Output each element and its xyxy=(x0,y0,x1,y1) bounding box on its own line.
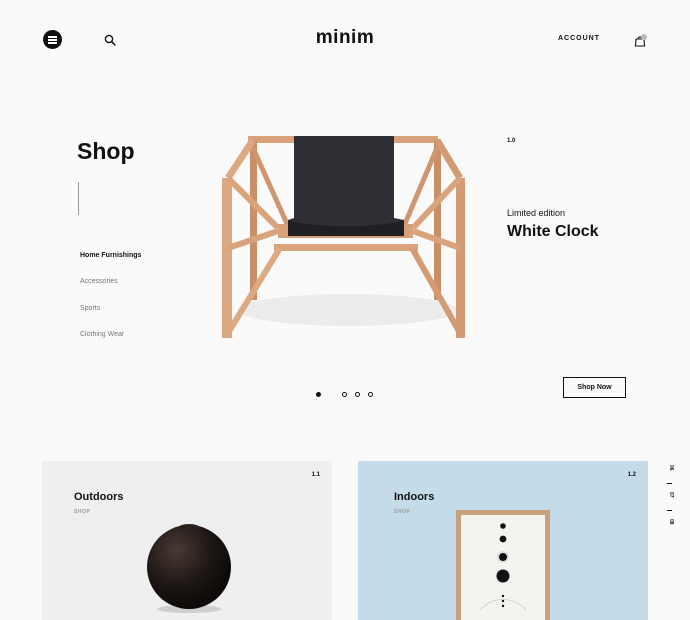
pager-dot-4[interactable] xyxy=(368,392,373,397)
category-accessories[interactable]: Accessories xyxy=(80,278,118,285)
side-number[interactable]: 07 xyxy=(668,492,674,502)
title-divider xyxy=(78,182,79,215)
cart-count-badge xyxy=(641,34,647,40)
side-number[interactable]: 08 xyxy=(668,519,674,529)
category-home-furnishings[interactable]: Home Furnishings xyxy=(80,252,141,259)
site-header: minim ACCOUNT xyxy=(0,0,690,80)
shop-now-button[interactable]: Shop Now xyxy=(563,377,626,398)
pager-dot-1[interactable] xyxy=(316,392,321,397)
product-title: White Clock xyxy=(507,223,599,240)
framed-print-image xyxy=(456,510,550,620)
card-title: Outdoors xyxy=(74,491,124,503)
side-number[interactable]: 06 xyxy=(668,465,674,475)
card-subtitle[interactable]: SHOP xyxy=(74,509,90,515)
product-kicker: Limited edition xyxy=(507,208,566,218)
chair-product-image xyxy=(222,136,465,338)
category-clothing-wear[interactable]: Clothing Wear xyxy=(80,331,124,338)
card-subtitle[interactable]: SHOP xyxy=(394,509,410,515)
card-number: 1.2 xyxy=(627,472,636,478)
category-sports[interactable]: Sports xyxy=(80,305,100,312)
category-card-indoors[interactable]: Indoors SHOP 1.2 xyxy=(358,461,648,620)
card-title: Indoors xyxy=(394,491,435,503)
card-number: 1.1 xyxy=(311,472,320,478)
category-card-outdoors[interactable]: Outdoors SHOP 1.1 xyxy=(42,461,332,620)
slide-number: 1.0 xyxy=(507,138,516,144)
sphere-product-image xyxy=(147,524,231,613)
account-link[interactable]: ACCOUNT xyxy=(558,35,600,42)
pager-dot-2[interactable] xyxy=(342,392,347,397)
pager-dot-3[interactable] xyxy=(355,392,360,397)
page-title: Shop xyxy=(77,138,135,164)
